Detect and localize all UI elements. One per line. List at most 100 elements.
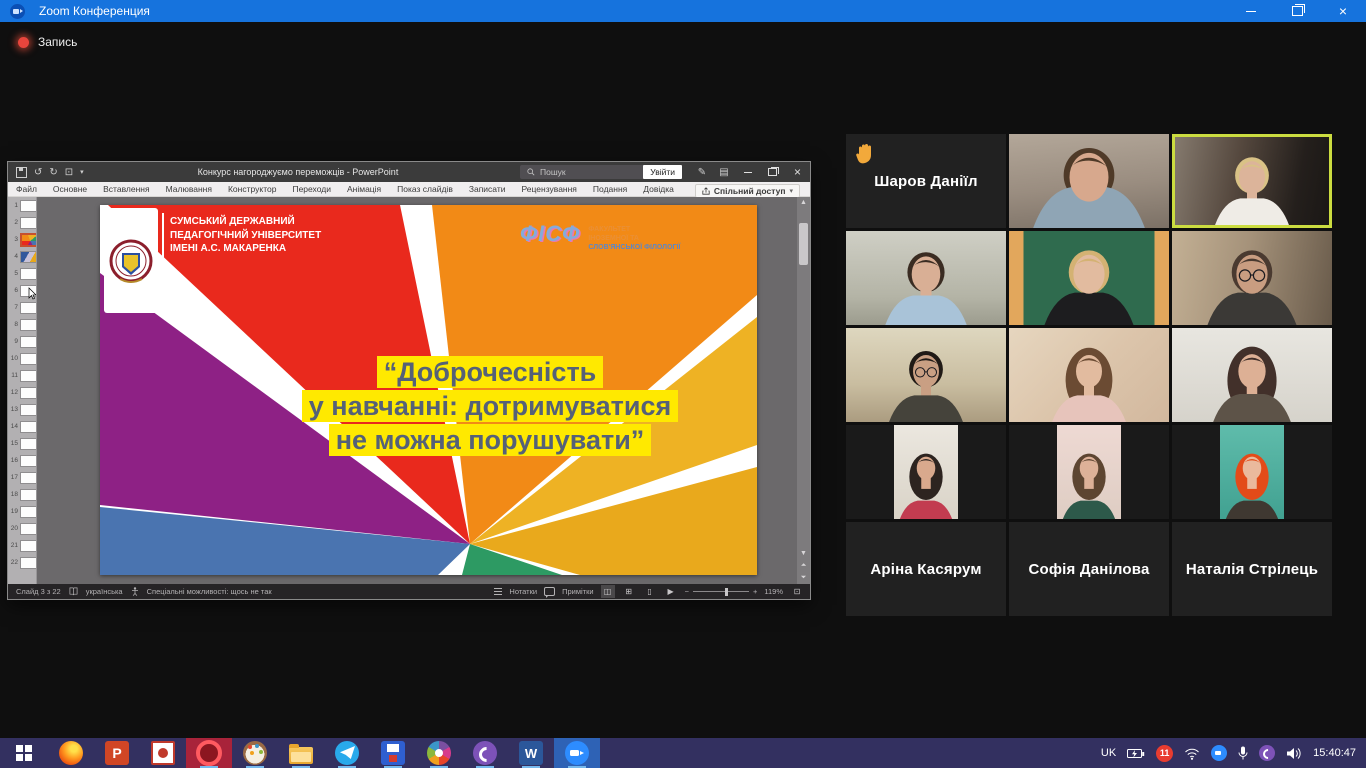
undo-icon[interactable]: ↺ (34, 167, 42, 178)
close-button[interactable]: × (1320, 0, 1366, 22)
zoom-out-icon[interactable]: − (685, 587, 689, 596)
ppt-scrollbar[interactable]: ▲ ▼ ⏶ ⏷ (797, 197, 810, 584)
fit-slide-icon[interactable]: ⊡ (790, 585, 804, 598)
accessibility-status[interactable]: Спеціальні можливості: щось не так (147, 587, 272, 596)
proofing-language[interactable]: українська (86, 587, 123, 596)
speaker-icon[interactable] (1286, 747, 1302, 760)
participant-tile-7[interactable] (846, 328, 1006, 422)
start-taskbar-button[interactable] (0, 738, 48, 768)
ribbon-tab-7[interactable]: Анімація (339, 184, 389, 194)
scrollbar-thumb[interactable] (799, 223, 808, 265)
qat-customize-icon[interactable]: ▾ (80, 168, 84, 176)
notes-toggle[interactable]: Нотатки (509, 587, 537, 596)
slide-thumbnail-11[interactable]: 11 (8, 367, 36, 384)
slide-thumbnail-9[interactable]: 9 (8, 333, 36, 350)
slide-thumbnail-10[interactable]: 10 (8, 350, 36, 367)
slide-thumbnail-16[interactable]: 16 (8, 452, 36, 469)
accessibility-icon[interactable] (131, 587, 139, 596)
zoom-slider-thumb[interactable] (725, 588, 728, 596)
slideshow-view-button[interactable]: ▶ (664, 585, 678, 598)
word-taskbar-button[interactable] (508, 738, 554, 768)
participant-tile-14[interactable]: Софія Данілова (1009, 522, 1169, 616)
minimize-button[interactable] (1228, 0, 1274, 22)
next-slide-icon[interactable]: ⏷ (797, 572, 810, 584)
restore-button[interactable] (1274, 0, 1320, 22)
ppt-close-button[interactable]: × (785, 162, 810, 182)
slide-thumbnail-17[interactable]: 17 (8, 469, 36, 486)
participant-tile-4[interactable] (846, 231, 1006, 325)
participant-tile-1[interactable]: Шаров Даніїл (846, 134, 1006, 228)
photos-taskbar-button[interactable] (416, 738, 462, 768)
battery-icon[interactable] (1127, 747, 1145, 760)
explorer-taskbar-button[interactable] (278, 738, 324, 768)
slide-thumbnail-1[interactable]: 1 (8, 197, 36, 214)
slide-thumbnail-21[interactable]: 21 (8, 537, 36, 554)
zoom-level[interactable]: 119% (764, 587, 783, 596)
telegram-taskbar-button[interactable] (324, 738, 370, 768)
zoom-taskbar-button[interactable] (554, 738, 600, 768)
save-icon[interactable] (16, 167, 27, 178)
opera-taskbar-button[interactable] (186, 738, 232, 768)
zoom-tray-icon[interactable] (1211, 745, 1227, 761)
ribbon-tab-1[interactable]: Файл (8, 184, 45, 194)
ribbon-tab-5[interactable]: Конструктор (220, 184, 284, 194)
ribbon-display-icon[interactable]: ▤ (713, 167, 735, 178)
microphone-icon[interactable] (1238, 746, 1248, 761)
redo-icon[interactable]: ↻ (49, 167, 57, 178)
notification-badge[interactable]: 11 (1156, 745, 1173, 762)
ribbon-tab-2[interactable]: Основне (45, 184, 95, 194)
start-slideshow-icon[interactable]: ⊡ (65, 167, 73, 178)
slide-thumbnail-18[interactable]: 18 (8, 486, 36, 503)
zoom-slider[interactable]: − + (685, 587, 758, 596)
save-app-taskbar-button[interactable] (370, 738, 416, 768)
participant-tile-11[interactable] (1009, 425, 1169, 519)
slide-thumbnail-15[interactable]: 15 (8, 435, 36, 452)
slide-thumbnail-2[interactable]: 2 (8, 214, 36, 231)
participant-tile-15[interactable]: Наталія Стрілець (1172, 522, 1332, 616)
language-indicator[interactable]: UK (1101, 747, 1116, 759)
ribbon-tab-8[interactable]: Показ слайдів (389, 184, 461, 194)
slide-thumbnail-3[interactable]: 3 (8, 231, 36, 248)
slide-thumbnail-22[interactable]: 22 (8, 554, 36, 571)
reading-view-button[interactable]: ▯ (643, 585, 657, 598)
participant-tile-5[interactable] (1009, 231, 1169, 325)
ribbon-tab-10[interactable]: Рецензування (514, 184, 585, 194)
ribbon-tab-9[interactable]: Записати (461, 184, 514, 194)
ribbon-tab-3[interactable]: Вставлення (95, 184, 157, 194)
participant-tile-2[interactable] (1009, 134, 1169, 228)
pen-icon[interactable]: ✎ (691, 167, 713, 178)
powerpoint-taskbar-button[interactable] (94, 738, 140, 768)
participant-tile-10[interactable] (846, 425, 1006, 519)
slide-thumbnail-4[interactable]: 4 (8, 248, 36, 265)
slide-thumbnail-14[interactable]: 14 (8, 418, 36, 435)
proofing-icon[interactable] (69, 587, 78, 596)
paint-taskbar-button[interactable] (232, 738, 278, 768)
comments-toggle[interactable]: Примітки (562, 587, 593, 596)
slide-thumbnail-19[interactable]: 19 (8, 503, 36, 520)
sign-in-button[interactable]: Увійти (643, 165, 682, 179)
slide-sorter-view-button[interactable]: ⊞ (622, 585, 636, 598)
ribbon-tab-11[interactable]: Подання (585, 184, 635, 194)
participant-tile-8[interactable] (1009, 328, 1169, 422)
slide-thumbnail-13[interactable]: 13 (8, 401, 36, 418)
taskbar-clock[interactable]: 15:40:47 (1313, 747, 1356, 759)
powerpoint-file-taskbar-button[interactable] (140, 738, 186, 768)
firefox-taskbar-button[interactable] (48, 738, 94, 768)
viber-taskbar-button[interactable] (462, 738, 508, 768)
participant-tile-13[interactable]: Аріна Касярум (846, 522, 1006, 616)
ribbon-tab-12[interactable]: Довідка (635, 184, 682, 194)
share-button[interactable]: Спільний доступ ▾ (695, 184, 800, 198)
scroll-down-icon[interactable]: ▼ (797, 548, 810, 560)
network-icon[interactable] (1184, 747, 1200, 760)
slide-thumbnail-12[interactable]: 12 (8, 384, 36, 401)
slide-thumbnail-8[interactable]: 8 (8, 316, 36, 333)
ribbon-tab-6[interactable]: Переходи (284, 184, 339, 194)
slide-thumbnail-5[interactable]: 5 (8, 265, 36, 282)
slide-thumbnail-7[interactable]: 7 (8, 299, 36, 316)
ppt-restore-button[interactable] (760, 162, 785, 182)
normal-view-button[interactable]: ◫ (601, 585, 615, 598)
slide-thumbnail-20[interactable]: 20 (8, 520, 36, 537)
participant-tile-3[interactable] (1172, 134, 1332, 228)
viber-tray-icon[interactable] (1259, 745, 1275, 761)
zoom-in-icon[interactable]: + (753, 587, 757, 596)
